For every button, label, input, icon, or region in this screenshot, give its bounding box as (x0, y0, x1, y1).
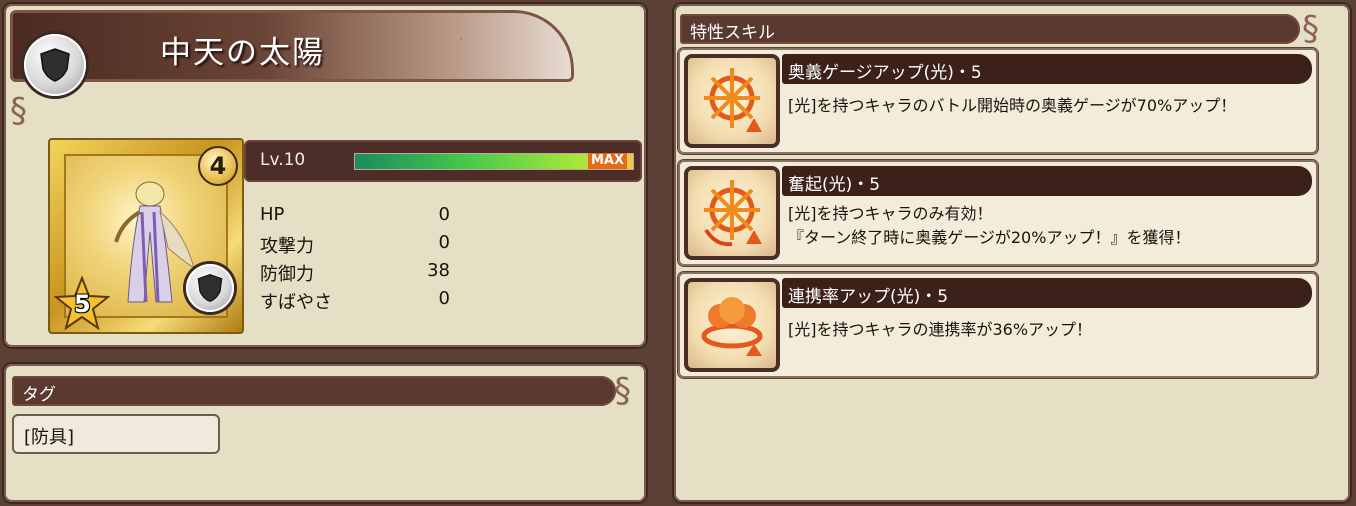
sunburst-arrow-icon (684, 54, 780, 148)
stat-value: 0 (438, 288, 450, 309)
skill-name-bar: 奮起(光)・5 (782, 166, 1312, 196)
skill-card[interactable]: 連携率アップ(光)・5 [光]を持つキャラの連携率が36%アップ！ (678, 272, 1318, 378)
skill-name: 奮起(光)・5 (788, 175, 881, 195)
stats-list: HP 0 攻撃力 0 防御力 38 すばやさ 0 (260, 204, 450, 316)
skill-card[interactable]: 奥義ゲージアップ(光)・5 [光]を持つキャラのバトル開始時の奥義ゲージが70%… (678, 48, 1318, 154)
stat-label: すばやさ (260, 292, 332, 313)
card-shield-icon (186, 264, 234, 312)
chain-orbs-icon (684, 278, 780, 372)
tag-label: [防具] (24, 427, 75, 448)
stat-label: HP (260, 204, 285, 225)
title-banner: 中天の太陽 (10, 10, 574, 82)
sunburst-cycle-icon (684, 166, 780, 260)
stat-row: すばやさ 0 (260, 288, 450, 316)
skill-desc-line: [光]を持つキャラのバトル開始時の奥義ゲージが70%アップ！ (788, 96, 1237, 115)
exp-track: MAX (354, 153, 634, 170)
unit-name: 中天の太陽 (160, 35, 325, 71)
skill-card[interactable]: 奮起(光)・5 [光]を持つキャラのみ有効！ 『ターン終了時に奥義ゲージが20%… (678, 160, 1318, 266)
ornament-icon: § (1302, 9, 1319, 49)
shield-icon (24, 34, 86, 96)
stat-label: 攻撃力 (260, 236, 314, 257)
skill-description: [光]を持つキャラのバトル開始時の奥義ゲージが70%アップ！ (788, 94, 1312, 118)
rank-badge: 4 (198, 146, 238, 186)
tag-header-label: タグ (22, 385, 56, 405)
stat-value: 0 (438, 204, 450, 225)
stat-row: 防御力 38 (260, 260, 450, 288)
skill-desc-line: [光]を持つキャラの連携率が36%アップ！ (788, 320, 1093, 339)
star-count: 5 (74, 290, 91, 318)
skill-name-bar: 奥義ゲージアップ(光)・5 (782, 54, 1312, 84)
stat-row: HP 0 (260, 204, 450, 232)
tag-item[interactable]: [防具] (12, 414, 220, 454)
skill-desc-line: 『ターン終了時に奥義ゲージが20%アップ！』を獲得！ (788, 228, 1191, 247)
skill-name-bar: 連携率アップ(光)・5 (782, 278, 1312, 308)
stat-row: 攻撃力 0 (260, 232, 450, 260)
stat-value: 38 (427, 260, 450, 281)
skills-header: 特性スキル (680, 14, 1300, 44)
unit-info-panel: 中天の太陽 § 4 5 Lv.10 MAX HP 0 攻撃力 0 防御力 38 … (4, 4, 646, 347)
ornament-icon: § (10, 91, 27, 131)
skill-name: 奥義ゲージアップ(光)・5 (788, 63, 982, 83)
unit-card[interactable]: 4 5 (48, 138, 244, 334)
max-badge: MAX (587, 153, 627, 169)
level-bar: Lv.10 MAX (244, 140, 642, 182)
skill-name: 連携率アップ(光)・5 (788, 287, 949, 307)
stat-label: 防御力 (260, 264, 314, 285)
skill-desc-line: [光]を持つキャラのみ有効！ (788, 204, 993, 223)
tag-panel: タグ § [防具] (4, 364, 646, 502)
skills-panel: 特性スキル § 奥義ゲージアップ(光)・5 [光]を持つキャラのバトル開始時の奥… (674, 4, 1350, 502)
skills-header-label: 特性スキル (690, 23, 775, 43)
ornament-icon: § (614, 371, 631, 411)
stat-value: 0 (438, 232, 450, 253)
skill-description: [光]を持つキャラのみ有効！ 『ターン終了時に奥義ゲージが20%アップ！』を獲得… (788, 202, 1312, 250)
level-label: Lv.10 (260, 150, 306, 170)
tag-header: タグ (12, 376, 616, 406)
skill-description: [光]を持つキャラの連携率が36%アップ！ (788, 318, 1312, 342)
